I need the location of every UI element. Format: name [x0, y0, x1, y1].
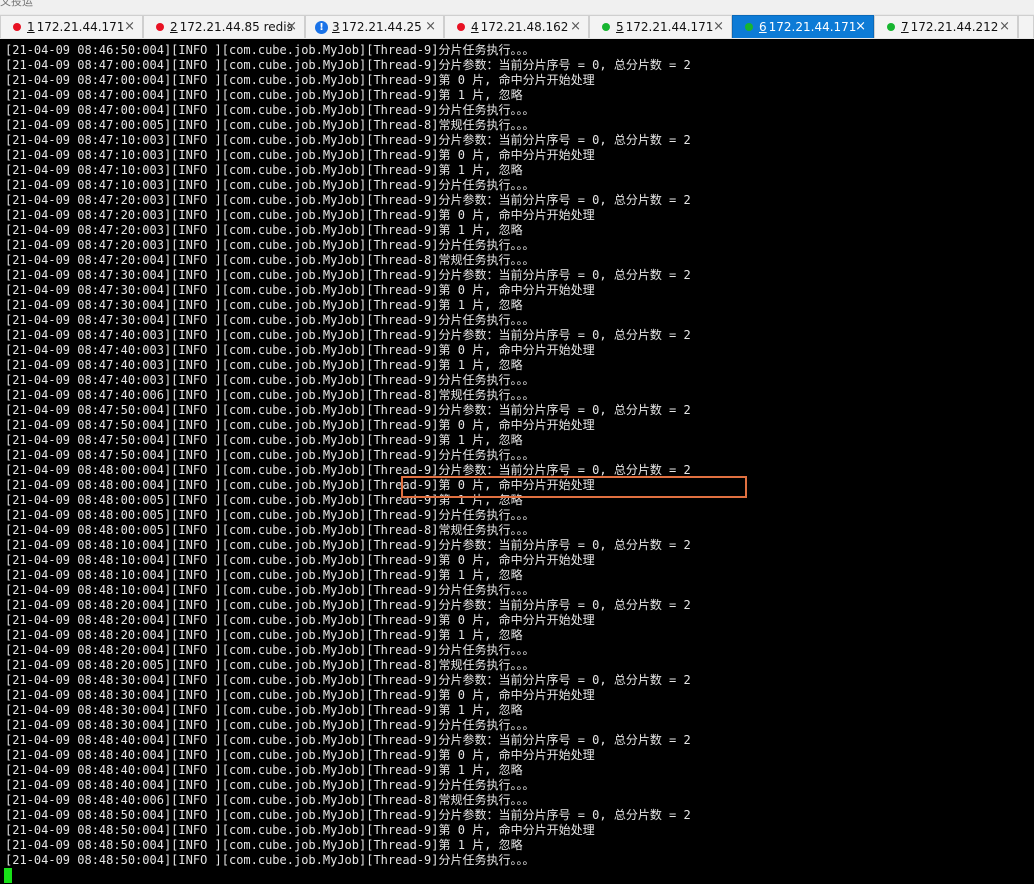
session-tab-6-active[interactable]: 6 172.21.44.171 ×	[732, 15, 874, 38]
session-tab-4[interactable]: 4 172.21.48.162 ×	[444, 15, 589, 38]
tab-title: 172.21.44.171	[768, 20, 857, 34]
log-line: [21-04-09 08:48:30:004][INFO ][com.cube.…	[5, 703, 523, 717]
close-tab-icon[interactable]: ×	[713, 19, 724, 34]
close-tab-icon[interactable]: ×	[855, 19, 866, 34]
log-line: [21-04-09 08:47:30:004][INFO ][com.cube.…	[5, 313, 535, 327]
disconnected-status-icon	[457, 23, 465, 31]
session-tab-3[interactable]: ! 3 172.21.44.25 ×	[305, 15, 444, 38]
log-line: [21-04-09 08:47:50:004][INFO ][com.cube.…	[5, 403, 691, 417]
log-line: [21-04-09 08:47:50:004][INFO ][com.cube.…	[5, 448, 535, 462]
tab-number: 2	[170, 20, 178, 34]
disconnected-status-icon	[156, 23, 164, 31]
log-line: [21-04-09 08:47:10:003][INFO ][com.cube.…	[5, 133, 691, 147]
window-title-strip: 文投运	[0, 0, 1034, 14]
log-line: [21-04-09 08:48:00:005][INFO ][com.cube.…	[5, 508, 535, 522]
log-line: [21-04-09 08:48:10:004][INFO ][com.cube.…	[5, 538, 691, 552]
log-line: [21-04-09 08:48:40:004][INFO ][com.cube.…	[5, 748, 595, 762]
session-tab-5[interactable]: 5 172.21.44.171 ×	[589, 15, 732, 38]
log-line: [21-04-09 08:47:20:003][INFO ][com.cube.…	[5, 223, 523, 237]
tab-number: 7	[901, 20, 909, 34]
tab-number: 1	[27, 20, 35, 34]
log-line: [21-04-09 08:47:20:004][INFO ][com.cube.…	[5, 253, 535, 267]
log-line: [21-04-09 08:46:50:004][INFO ][com.cube.…	[5, 43, 535, 57]
log-line: [21-04-09 08:47:00:004][INFO ][com.cube.…	[5, 73, 595, 87]
session-tab-overflow[interactable]	[1018, 15, 1034, 38]
highlight-annotation-box	[401, 476, 747, 498]
disconnected-status-icon	[13, 23, 21, 31]
log-line: [21-04-09 08:48:40:004][INFO ][com.cube.…	[5, 778, 535, 792]
tab-title: 172.21.44.212	[910, 20, 999, 34]
tab-number: 5	[616, 20, 624, 34]
log-line: [21-04-09 08:48:10:004][INFO ][com.cube.…	[5, 553, 595, 567]
log-line: [21-04-09 08:47:30:004][INFO ][com.cube.…	[5, 268, 691, 282]
log-line: [21-04-09 08:47:00:004][INFO ][com.cube.…	[5, 58, 691, 72]
log-line: [21-04-09 08:48:20:004][INFO ][com.cube.…	[5, 613, 595, 627]
log-line: [21-04-09 08:47:40:006][INFO ][com.cube.…	[5, 388, 535, 402]
log-line: [21-04-09 08:47:00:004][INFO ][com.cube.…	[5, 88, 523, 102]
log-line: [21-04-09 08:47:10:003][INFO ][com.cube.…	[5, 178, 535, 192]
tab-title: 172.21.44.171	[36, 20, 125, 34]
tab-title: 172.21.44.171	[625, 20, 714, 34]
close-tab-icon[interactable]: ×	[425, 19, 436, 34]
terminal-cursor	[4, 868, 12, 883]
log-line: [21-04-09 08:48:50:004][INFO ][com.cube.…	[5, 808, 691, 822]
log-line: [21-04-09 08:48:50:004][INFO ][com.cube.…	[5, 853, 535, 867]
tab-number: 6	[759, 20, 767, 34]
log-line: [21-04-09 08:47:50:004][INFO ][com.cube.…	[5, 433, 523, 447]
log-line: [21-04-09 08:48:50:004][INFO ][com.cube.…	[5, 838, 523, 852]
session-tab-bar: 1 172.21.44.171 × 2 172.21.44.85 redis ×…	[0, 14, 1034, 40]
log-output: [21-04-09 08:46:50:004][INFO ][com.cube.…	[5, 43, 691, 868]
log-line: [21-04-09 08:47:40:003][INFO ][com.cube.…	[5, 373, 535, 387]
log-line: [21-04-09 08:48:20:004][INFO ][com.cube.…	[5, 598, 691, 612]
log-line: [21-04-09 08:48:50:004][INFO ][com.cube.…	[5, 823, 595, 837]
connected-status-icon	[887, 23, 895, 31]
terminal-output[interactable]: [21-04-09 08:46:50:004][INFO ][com.cube.…	[0, 39, 1034, 884]
window-title-text: 文投运	[0, 0, 33, 8]
log-line: [21-04-09 08:47:50:004][INFO ][com.cube.…	[5, 418, 595, 432]
log-line: [21-04-09 08:47:20:003][INFO ][com.cube.…	[5, 238, 535, 252]
log-line: [21-04-09 08:47:30:004][INFO ][com.cube.…	[5, 298, 523, 312]
tab-title: 172.21.44.85 redis	[179, 20, 293, 34]
log-line: [21-04-09 08:47:10:003][INFO ][com.cube.…	[5, 148, 595, 162]
log-line: [21-04-09 08:47:00:004][INFO ][com.cube.…	[5, 103, 535, 117]
session-tab-1[interactable]: 1 172.21.44.171 ×	[0, 15, 143, 38]
tab-title: 172.21.48.162	[480, 20, 569, 34]
tab-number: 4	[471, 20, 479, 34]
connected-status-icon	[602, 23, 610, 31]
log-line: [21-04-09 08:48:30:004][INFO ][com.cube.…	[5, 688, 595, 702]
log-line: [21-04-09 08:47:10:003][INFO ][com.cube.…	[5, 163, 523, 177]
log-line: [21-04-09 08:48:40:004][INFO ][com.cube.…	[5, 733, 691, 747]
log-line: [21-04-09 08:48:20:004][INFO ][com.cube.…	[5, 628, 523, 642]
log-line: [21-04-09 08:47:30:004][INFO ][com.cube.…	[5, 283, 595, 297]
log-line: [21-04-09 08:48:10:004][INFO ][com.cube.…	[5, 583, 535, 597]
log-line: [21-04-09 08:48:20:005][INFO ][com.cube.…	[5, 658, 535, 672]
log-line: [21-04-09 08:47:20:003][INFO ][com.cube.…	[5, 193, 691, 207]
close-tab-icon[interactable]: ×	[570, 19, 581, 34]
tab-number: 3	[332, 20, 340, 34]
log-line: [21-04-09 08:47:00:005][INFO ][com.cube.…	[5, 118, 535, 132]
log-line: [21-04-09 08:48:30:004][INFO ][com.cube.…	[5, 673, 691, 687]
connected-status-icon	[745, 23, 753, 31]
close-tab-icon[interactable]: ×	[124, 19, 135, 34]
warning-status-icon: !	[315, 20, 328, 34]
session-tab-7[interactable]: 7 172.21.44.212 ×	[874, 15, 1018, 38]
log-line: [21-04-09 08:48:00:005][INFO ][com.cube.…	[5, 523, 535, 537]
log-line: [21-04-09 08:48:20:004][INFO ][com.cube.…	[5, 643, 535, 657]
log-line: [21-04-09 08:48:40:004][INFO ][com.cube.…	[5, 763, 523, 777]
close-tab-icon[interactable]: ×	[999, 19, 1010, 34]
log-line: [21-04-09 08:48:30:004][INFO ][com.cube.…	[5, 718, 535, 732]
session-tab-2[interactable]: 2 172.21.44.85 redis ×	[143, 15, 305, 38]
log-line: [21-04-09 08:47:40:003][INFO ][com.cube.…	[5, 343, 595, 357]
log-line: [21-04-09 08:47:40:003][INFO ][com.cube.…	[5, 328, 691, 342]
log-line: [21-04-09 08:48:40:006][INFO ][com.cube.…	[5, 793, 535, 807]
log-line: [21-04-09 08:47:40:003][INFO ][com.cube.…	[5, 358, 523, 372]
close-tab-icon[interactable]: ×	[286, 19, 297, 34]
tab-title: 172.21.44.25	[341, 20, 422, 34]
log-line: [21-04-09 08:47:20:003][INFO ][com.cube.…	[5, 208, 595, 222]
log-line: [21-04-09 08:48:10:004][INFO ][com.cube.…	[5, 568, 523, 582]
